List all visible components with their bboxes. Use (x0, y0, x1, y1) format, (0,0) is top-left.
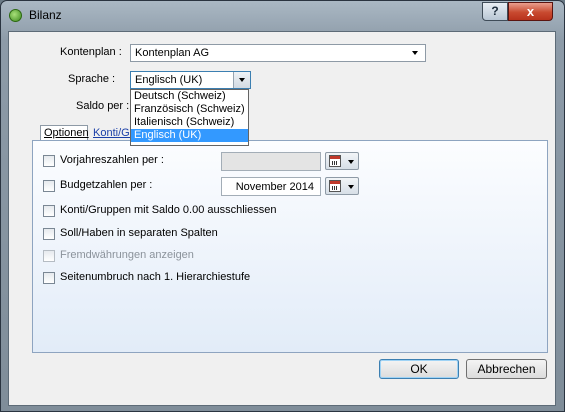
sprache-value: Englisch (UK) (135, 74, 203, 86)
calendar-icon (329, 180, 341, 192)
chevron-down-icon (348, 160, 354, 164)
ok-button[interactable]: OK (379, 359, 459, 379)
budget-date-field[interactable]: November 2014 (221, 177, 321, 196)
vorjahr-calendar-button[interactable] (325, 152, 359, 170)
sprache-label: Sprache : (68, 73, 116, 85)
konti-checkbox[interactable] (43, 205, 55, 217)
close-button[interactable]: x (508, 2, 553, 21)
budget-calendar-button[interactable] (325, 177, 359, 195)
chevron-down-icon (412, 51, 418, 55)
dropdown-option[interactable]: Deutsch (Schweiz) (131, 90, 248, 103)
options-panel: Vorjahreszahlen per : Budgetzahlen per :… (32, 140, 548, 353)
sollhaben-checkbox[interactable] (43, 228, 55, 240)
tab-optionen[interactable]: Optionen (40, 125, 89, 140)
dropdown-option[interactable]: Französisch (Schweiz) (131, 103, 248, 116)
chevron-down-icon (239, 78, 245, 82)
title-bar[interactable]: Bilanz ? x (1, 1, 564, 31)
window-title: Bilanz (29, 8, 62, 22)
budget-checkbox[interactable] (43, 180, 55, 192)
seiten-checkbox[interactable] (43, 272, 55, 284)
sollhaben-label: Soll/Haben in separaten Spalten (60, 227, 218, 239)
kontenplan-label: Kontenplan : (60, 46, 122, 58)
sprache-dropdown-button[interactable] (233, 72, 250, 88)
language-dropdown-list: Deutsch (Schweiz) Französisch (Schweiz) … (130, 89, 249, 146)
sprache-select[interactable]: Englisch (UK) (130, 71, 251, 89)
cancel-button[interactable]: Abbrechen (466, 359, 547, 379)
fremd-checkbox[interactable] (43, 250, 55, 262)
kontenplan-value: Kontenplan AG (135, 47, 210, 59)
fremd-label: Fremdwährungen anzeigen (60, 249, 194, 261)
konti-label: Konti/Gruppen mit Saldo 0.00 ausschliess… (60, 204, 277, 216)
vorjahr-date-field[interactable] (221, 152, 321, 171)
dropdown-option[interactable]: Italienisch (Schweiz) (131, 116, 248, 129)
kontenplan-select[interactable]: Kontenplan AG (130, 44, 426, 62)
seiten-label: Seitenumbruch nach 1. Hierarchiestufe (60, 271, 251, 283)
budget-label: Budgetzahlen per : (60, 179, 153, 191)
dialog-client: Kontenplan : Kontenplan AG Sprache : Eng… (8, 31, 556, 406)
calendar-icon (329, 155, 341, 167)
app-icon (9, 9, 22, 22)
chevron-down-icon (348, 185, 354, 189)
vorjahr-checkbox[interactable] (43, 155, 55, 167)
help-button[interactable]: ? (482, 2, 508, 21)
dropdown-option-selected[interactable]: Englisch (UK) (131, 129, 248, 142)
saldo-label: Saldo per : (76, 100, 130, 112)
tab-konti-gruppen[interactable]: Konti/Gr (90, 126, 130, 141)
dialog-window: Bilanz ? x Kontenplan : Kontenplan AG Sp… (0, 0, 565, 412)
vorjahr-label: Vorjahreszahlen per : (60, 154, 164, 166)
